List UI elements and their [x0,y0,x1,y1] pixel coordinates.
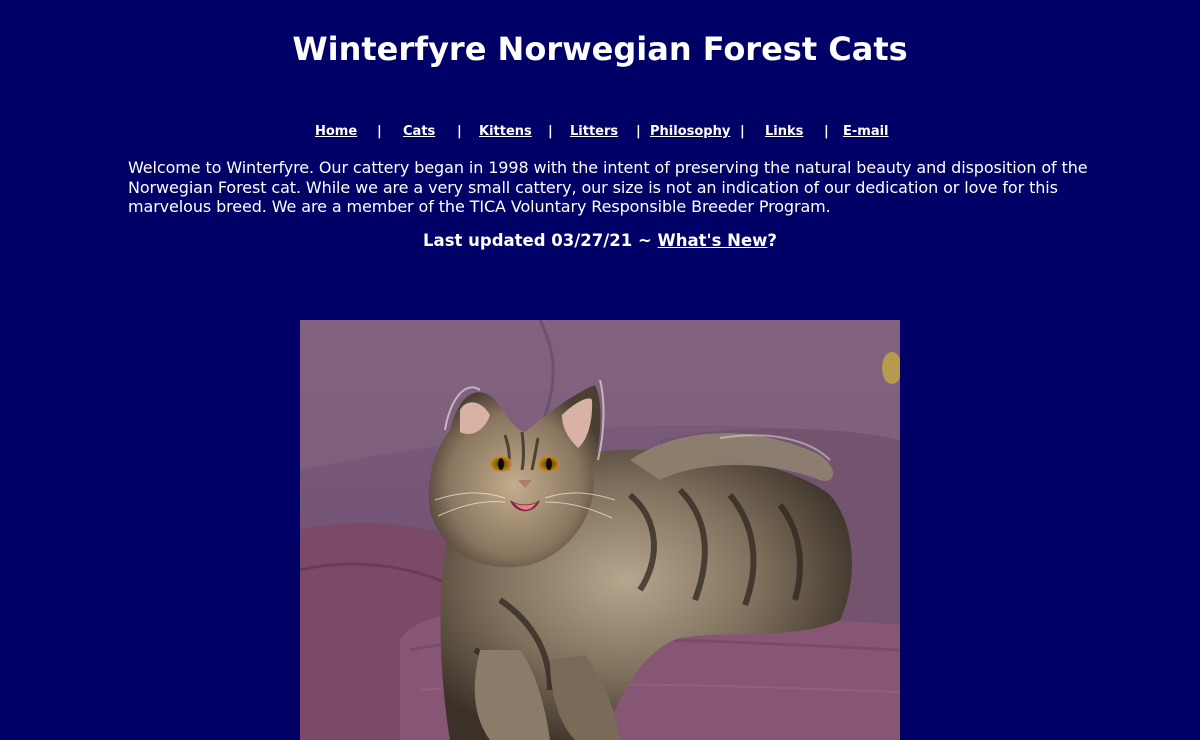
site-title: Winterfyre Norwegian Forest Cats [292,30,908,68]
nav-link-email[interactable]: E-mail [843,122,889,142]
nav-separator: | [740,124,745,139]
nav-link-kittens[interactable]: Kittens [479,122,532,142]
kitten-photo [300,320,900,740]
nav-separator: | [377,124,382,139]
nav-separator: | [457,124,462,139]
last-updated-text: Last updated 03/27/21 ~ [423,231,658,250]
nav-link-links[interactable]: Links [765,122,803,142]
nav-separator: | [636,124,641,139]
nav-separator: | [548,124,553,139]
nav-link-cats[interactable]: Cats [403,122,435,142]
nav-link-philosophy[interactable]: Philosophy [650,122,730,142]
last-updated: Last updated 03/27/21 ~ What's New? [0,231,1200,251]
main-nav: Home | Cats | Kittens | Litters | Philos… [0,122,1200,142]
last-updated-suffix: ? [767,231,777,250]
welcome-text: Welcome to Winterfyre. Our cattery began… [128,158,1088,216]
kitten-photo-image [300,320,900,740]
whats-new-link[interactable]: What's New [658,231,768,250]
nav-separator: | [824,124,829,139]
nav-link-home[interactable]: Home [315,122,357,142]
nav-link-litters[interactable]: Litters [570,122,618,142]
